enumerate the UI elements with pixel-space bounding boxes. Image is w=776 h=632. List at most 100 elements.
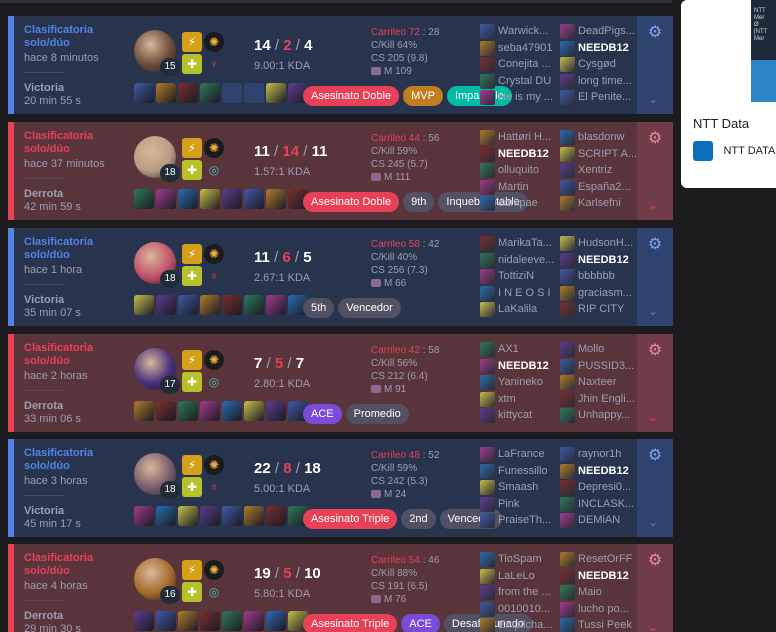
player-row[interactable]: INCLASK... — [560, 496, 640, 513]
match-card[interactable]: Clasificatoria solo/dúo hace 4 horas Derro… — [8, 544, 673, 632]
player-name[interactable]: LaFrance — [498, 448, 544, 460]
expand-panel[interactable]: ⚙ ⌄ — [637, 334, 673, 432]
item-icon[interactable] — [244, 295, 264, 315]
player-name[interactable]: NEEDB12 — [578, 42, 629, 54]
player-name[interactable]: Martin — [498, 181, 529, 193]
player-row[interactable]: bbbbbb — [560, 268, 640, 285]
player-row[interactable]: NEEDB12 — [560, 40, 640, 57]
item-icon[interactable] — [200, 611, 220, 631]
item-icon[interactable] — [222, 189, 242, 209]
player-row[interactable]: Jhin Engli... — [560, 391, 640, 408]
flash-spell-icon[interactable]: ⚡ — [182, 560, 202, 580]
player-name[interactable]: I N E O S I — [498, 287, 551, 299]
player-row[interactable]: RIP CITY — [560, 301, 640, 318]
news-thumbnail[interactable]: NTT Mer Ø [NTT Mer — [751, 0, 776, 102]
player-row[interactable]: lucho po... — [560, 601, 640, 618]
player-row[interactable]: long time... — [560, 73, 640, 90]
item-icon[interactable] — [134, 401, 154, 421]
player-name[interactable]: INCLASK... — [578, 498, 634, 510]
player-row[interactable]: 0010010... — [480, 601, 560, 618]
item-icon[interactable] — [200, 83, 220, 103]
item-icon[interactable] — [178, 295, 198, 315]
player-row[interactable]: ResetOrFF — [560, 551, 640, 568]
player-row[interactable]: Unhappy... — [560, 407, 640, 424]
player-row[interactable]: Mollo — [560, 341, 640, 358]
item-icon[interactable] — [178, 189, 198, 209]
build-settings-icon[interactable]: ⚙ — [646, 236, 664, 254]
spell-icon[interactable]: ✚ — [182, 160, 202, 180]
keystone-rune-icon[interactable]: ✺ — [204, 32, 224, 52]
flash-spell-icon[interactable]: ⚡ — [182, 350, 202, 370]
player-row[interactable]: Pink — [480, 496, 560, 513]
item-icon[interactable] — [134, 295, 154, 315]
chevron-down-icon[interactable]: ⌄ — [648, 92, 658, 106]
side-panel-source[interactable]: NTT DATA I — [693, 141, 776, 161]
player-row[interactable]: NEEDB12 — [480, 358, 560, 375]
chevron-down-icon[interactable]: ⌄ — [648, 620, 658, 632]
expand-panel[interactable]: ⚙ ⌄ — [637, 544, 673, 632]
player-row[interactable]: NEEDB12 — [480, 146, 560, 163]
player-row[interactable]: Crystal DU — [480, 73, 560, 90]
player-row[interactable]: Karlsefni — [560, 195, 640, 212]
keystone-rune-icon[interactable]: ✺ — [204, 138, 224, 158]
player-row[interactable]: blasdonw — [560, 129, 640, 146]
secondary-rune-icon[interactable]: ♆ — [204, 266, 224, 286]
item-icon[interactable] — [156, 401, 176, 421]
player-name[interactable]: NEEDB12 — [498, 360, 549, 372]
player-row[interactable]: LaLeLo — [480, 568, 560, 585]
player-name[interactable]: Karlsefni — [578, 197, 621, 209]
player-name[interactable]: Xentriz — [578, 164, 612, 176]
item-icon[interactable] — [266, 189, 286, 209]
player-name[interactable]: España2... — [578, 181, 631, 193]
item-icon[interactable] — [156, 295, 176, 315]
item-icon[interactable] — [222, 611, 242, 631]
player-row[interactable]: TioSpam — [480, 551, 560, 568]
item-icon[interactable] — [178, 611, 198, 631]
player-row[interactable]: Funessillo — [480, 463, 560, 480]
player-name[interactable]: ResetOrFF — [578, 553, 632, 565]
player-name[interactable]: kittycat — [498, 409, 532, 421]
item-icon[interactable] — [244, 611, 264, 631]
player-name[interactable]: AX1 — [498, 343, 519, 355]
expand-panel[interactable]: ⚙ ⌄ — [637, 228, 673, 326]
player-row[interactable]: DeadPigs... — [560, 23, 640, 40]
player-row[interactable]: Tussi Peek — [560, 617, 640, 632]
player-name[interactable]: SCRIPT A... — [578, 148, 637, 160]
player-name[interactable]: darkpae — [498, 197, 538, 209]
player-row[interactable]: Conejita ... — [480, 56, 560, 73]
side-panel-title[interactable]: NTT Data — [693, 116, 749, 131]
flash-spell-icon[interactable]: ⚡ — [182, 244, 202, 264]
player-row[interactable]: MarikaTa... — [480, 235, 560, 252]
player-name[interactable]: El Penite... — [578, 91, 631, 103]
spell-icon[interactable]: ✚ — [182, 54, 202, 74]
item-icon[interactable] — [266, 295, 286, 315]
player-name[interactable]: Crystal DU — [498, 75, 551, 87]
keystone-rune-icon[interactable]: ✺ — [204, 350, 224, 370]
flash-spell-icon[interactable]: ⚡ — [182, 32, 202, 52]
player-name[interactable]: from the ... — [498, 586, 551, 598]
match-card[interactable]: Clasificatoria solo/dúo hace 3 horas Victo… — [8, 439, 673, 537]
item-icon[interactable] — [244, 506, 264, 526]
player-name[interactable]: Pink — [498, 498, 519, 510]
player-name[interactable]: 0010010... — [498, 603, 550, 615]
player-name[interactable]: NEEDB12 — [498, 148, 549, 160]
match-card[interactable]: Clasificatoria solo/dúo hace 37 minutos De… — [8, 122, 673, 220]
player-row[interactable]: HudsonH... — [560, 235, 640, 252]
player-name[interactable]: Empilcha... — [498, 619, 552, 631]
player-name[interactable]: Smaash — [498, 481, 538, 493]
player-name[interactable]: raynor1h — [578, 448, 621, 460]
build-settings-icon[interactable]: ⚙ — [646, 24, 664, 42]
item-icon[interactable] — [266, 401, 286, 421]
player-name[interactable]: blasdonw — [578, 131, 624, 143]
item-icon[interactable] — [222, 506, 242, 526]
keystone-rune-icon[interactable]: ✺ — [204, 455, 224, 475]
match-card[interactable]: Clasificatoria solo/dúo hace 1 hora Victor… — [8, 228, 673, 326]
build-settings-icon[interactable]: ⚙ — [646, 342, 664, 360]
player-name[interactable]: MarikaTa... — [498, 237, 552, 249]
player-row[interactable]: He is my ... — [480, 89, 560, 106]
player-row[interactable]: TottiziN — [480, 268, 560, 285]
player-name[interactable]: Funessillo — [498, 465, 548, 477]
player-row[interactable]: LaFrance — [480, 446, 560, 463]
item-icon[interactable] — [266, 506, 286, 526]
item-icon[interactable] — [178, 83, 198, 103]
